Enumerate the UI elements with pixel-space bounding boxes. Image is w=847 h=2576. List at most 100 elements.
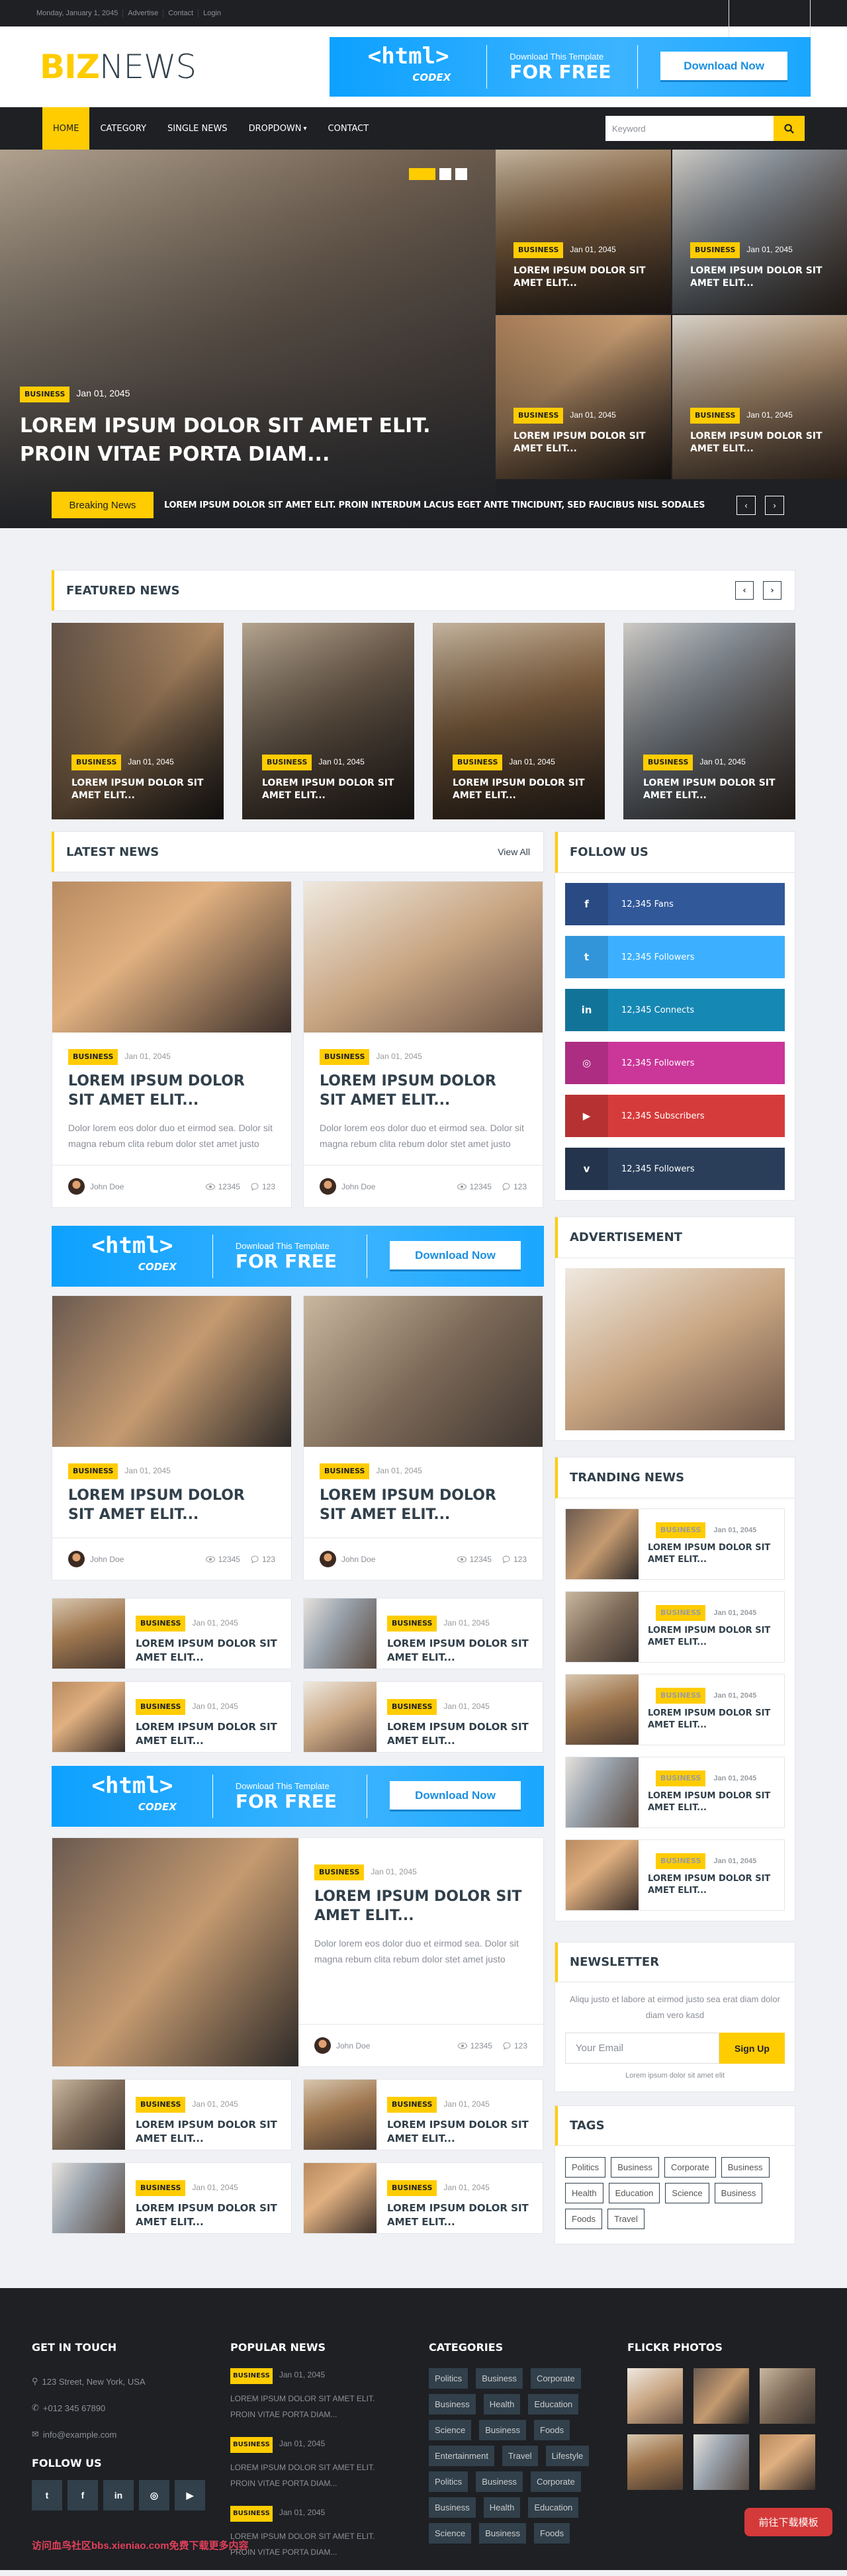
carousel-dot[interactable] [439,168,451,180]
instagram-icon[interactable]: ◎ [139,2480,169,2510]
category-badge[interactable]: BUSINESS [690,242,740,258]
tag[interactable]: Business [721,2157,770,2178]
list-title[interactable]: LOREM IPSUM DOLOR SIT AMET ELIT... [387,2118,533,2146]
hero-tile[interactable]: BUSINESS Jan 01, 2045 LOREM IPSUM DOLOR SI… [496,315,671,479]
category-badge[interactable]: BUSINESS [20,387,70,402]
tag[interactable]: Corporate [664,2157,716,2178]
popular-title[interactable]: LOREM IPSUM DOLOR SIT AMET ELIT. PROIN V… [230,2391,396,2422]
tag[interactable]: Health [565,2183,603,2203]
comment-count[interactable]: 123 [262,1555,275,1564]
category-badge[interactable]: BUSINESS [68,1463,118,1479]
category-badge[interactable]: BUSINESS [656,1605,706,1621]
category-badge[interactable]: BUSINESS [643,755,693,770]
category-tag[interactable]: Foods [534,2523,570,2544]
category-badge[interactable]: BUSINESS [453,755,503,770]
tag[interactable]: Business [611,2157,659,2178]
category-badge[interactable]: BUSINESS [71,755,122,770]
email-text[interactable]: info@example.com [43,2430,116,2440]
author-name[interactable]: John Doe [341,1555,375,1564]
download-now-button[interactable]: Download Now [390,1241,521,1271]
list-title[interactable]: LOREM IPSUM DOLOR SIT AMET ELIT... [136,2201,281,2229]
logo[interactable]: BIZNEWS [40,48,197,86]
author-name[interactable]: John Doe [336,2041,370,2050]
category-tag[interactable]: Foods [534,2420,570,2440]
list-title[interactable]: LOREM IPSUM DOLOR SIT AMET ELIT... [136,1720,281,1748]
popular-title[interactable]: LOREM IPSUM DOLOR SIT AMET ELIT. PROIN V… [230,2528,396,2560]
category-badge[interactable]: BUSINESS [230,2506,273,2522]
author-name[interactable]: John Doe [341,1182,375,1191]
category-badge[interactable]: BUSINESS [387,2180,437,2196]
category-tag[interactable]: Science [429,2523,472,2544]
ad-banner[interactable]: <html> CODEX Download This Template FOR FRE… [330,37,811,97]
top-link-contact[interactable]: Contact [163,9,199,17]
category-tag[interactable]: Corporate [530,2471,581,2492]
top-link-advertise[interactable]: Advertise [122,9,163,17]
comment-count[interactable]: 123 [514,2041,527,2050]
ad-banner[interactable]: <html> CODEX Download This Template FOR FRE… [52,1766,544,1827]
sign-up-button[interactable]: Sign Up [719,2033,785,2064]
nav-item-category[interactable]: CATEGORY [89,107,157,150]
card-title[interactable]: LOREM IPSUM DOLOR SIT AMET ELIT... [68,1072,275,1110]
search-button[interactable] [774,116,805,141]
tag[interactable]: Science [665,2183,709,2203]
twitter-icon[interactable]: t [32,2480,62,2510]
download-template-button[interactable]: 前往下载模板 [744,2508,832,2536]
search-input[interactable] [605,116,774,141]
author-name[interactable]: John Doe [90,1555,124,1564]
download-now-button[interactable]: Download Now [390,1781,521,1812]
featured-card[interactable]: BUSINESS Jan 01, 2045 LOREM IPSUM DOLOR SI… [242,623,414,819]
tag[interactable]: Business [714,2183,763,2203]
facebook-icon[interactable]: f [67,2480,98,2510]
card-title[interactable]: LOREM IPSUM DOLOR SIT AMET ELIT... [68,1486,275,1524]
category-badge[interactable]: BUSINESS [262,755,312,770]
hero-tile[interactable]: BUSINESS Jan 01, 2045 LOREM IPSUM DOLOR SI… [496,150,671,314]
category-tag[interactable]: Travel [502,2446,538,2466]
trending-title[interactable]: LOREM IPSUM DOLOR SIT AMET ELIT... [648,1708,778,1731]
category-badge[interactable]: BUSINESS [690,408,740,424]
card-title[interactable]: LOREM IPSUM DOLOR SIT AMET ELIT... [314,1887,527,1925]
next-button[interactable]: › [765,495,784,515]
prev-button[interactable]: ‹ [735,581,754,600]
follow-instagram[interactable]: ◎ 12,345 Followers [565,1042,785,1084]
category-tag[interactable]: Health [483,2497,521,2518]
hero-main-slide[interactable]: BUSINESS Jan 01, 2045 LOREM IPSUM DOLOR SI… [0,150,496,528]
category-tag[interactable]: Education [528,2497,579,2518]
hero-title[interactable]: LOREM IPSUM DOLOR SIT AMET ELIT. PROIN V… [20,412,496,469]
nav-item-contact[interactable]: CONTACT [318,107,380,150]
category-badge[interactable]: BUSINESS [320,1049,370,1065]
category-tag[interactable]: Business [479,2523,526,2544]
category-badge[interactable]: BUSINESS [387,2097,437,2113]
list-title[interactable]: LOREM IPSUM DOLOR SIT AMET ELIT... [387,2201,533,2229]
youtube-icon[interactable]: ▶ [175,2480,205,2510]
category-badge[interactable]: BUSINESS [656,1853,706,1869]
author-name[interactable]: John Doe [90,1182,124,1191]
carousel-dot[interactable] [409,168,435,180]
trending-title[interactable]: LOREM IPSUM DOLOR SIT AMET ELIT... [648,1542,778,1566]
category-badge[interactable]: BUSINESS [656,1688,706,1704]
category-tag[interactable]: Health [483,2394,521,2415]
comment-count[interactable]: 123 [513,1555,527,1564]
card-title[interactable]: LOREM IPSUM DOLOR SIT AMET ELIT... [320,1486,527,1524]
nav-item-home[interactable]: HOME [42,107,90,150]
category-badge[interactable]: BUSINESS [230,2368,273,2384]
category-badge[interactable]: BUSINESS [230,2437,273,2453]
featured-card[interactable]: BUSINESS Jan 01, 2045 LOREM IPSUM DOLOR SI… [52,623,224,819]
featured-card[interactable]: BUSINESS Jan 01, 2045 LOREM IPSUM DOLOR SI… [433,623,605,819]
tag[interactable]: Foods [565,2209,603,2229]
follow-vimeo[interactable]: v 12,345 Followers [565,1148,785,1190]
list-title[interactable]: LOREM IPSUM DOLOR SIT AMET ELIT... [387,1637,533,1665]
category-badge[interactable]: BUSINESS [68,1049,118,1065]
linkedin-icon[interactable]: in [103,2480,134,2510]
next-button[interactable]: › [763,581,781,600]
category-tag[interactable]: Business [476,2368,523,2389]
category-tag[interactable]: Politics [429,2368,468,2389]
hero-tile[interactable]: BUSINESS Jan 01, 2045 LOREM IPSUM DOLOR SI… [672,315,847,479]
tag[interactable]: Travel [607,2209,645,2229]
category-badge[interactable]: BUSINESS [320,1463,370,1479]
follow-youtube[interactable]: ▶ 12,345 Subscribers [565,1095,785,1137]
ad-banner[interactable]: <html> CODEX Download This Template FOR FRE… [52,1226,544,1287]
category-tag[interactable]: Business [429,2497,476,2518]
breaking-news-text[interactable]: LOREM IPSUM DOLOR SIT AMET ELIT. PROIN I… [164,500,727,510]
category-tag[interactable]: Politics [429,2471,468,2492]
category-tag[interactable]: Entertainment [429,2446,494,2466]
